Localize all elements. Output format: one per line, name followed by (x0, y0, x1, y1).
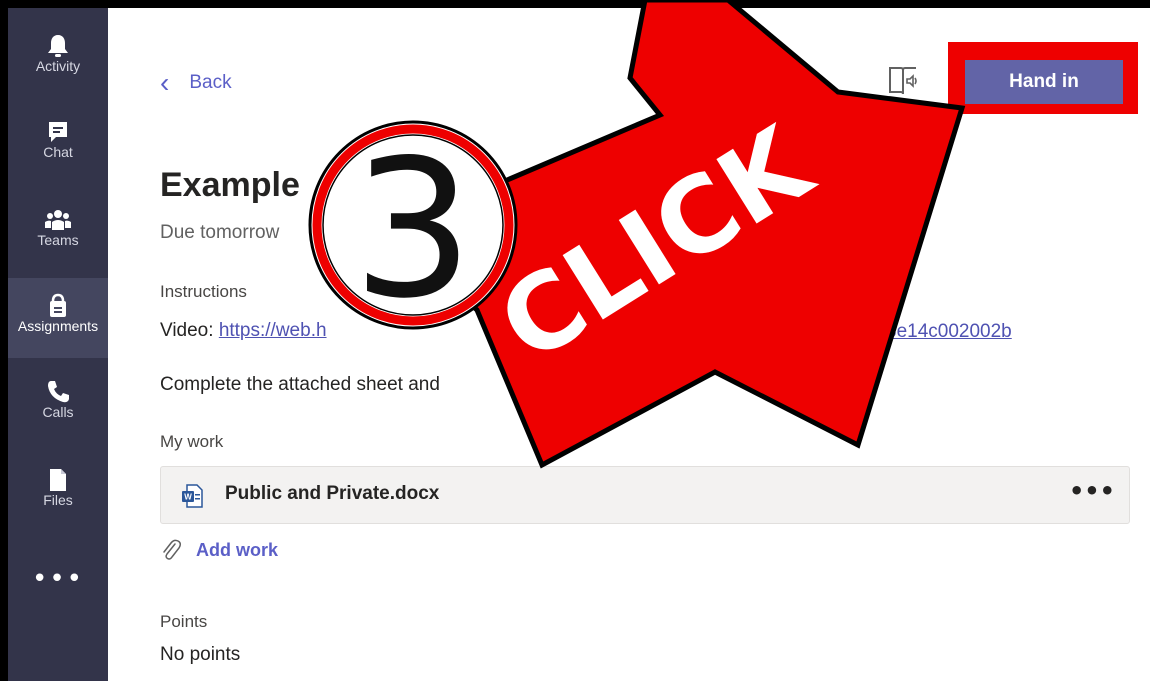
rail-label: Activity (35, 58, 81, 74)
points-value: No points (160, 644, 241, 665)
add-work-button[interactable]: Add work (160, 538, 278, 562)
file-name: Public and Private.docx (225, 483, 440, 504)
video-link[interactable]: https://web.h (219, 320, 327, 341)
rail-item-files[interactable]: Files (8, 452, 108, 532)
phone-icon (48, 381, 69, 403)
teams-icon (45, 210, 71, 230)
due-date: Due tomorrow (160, 222, 280, 243)
files-icon (50, 469, 66, 491)
rail-label: Assignments (17, 318, 99, 334)
more-apps-button[interactable]: ••• (8, 564, 108, 604)
app-rail: Activity Chat Teams Assignments Calls Fi… (8, 8, 108, 681)
file-more-options-button[interactable]: ••• (1069, 477, 1115, 505)
rail-label: Files (43, 492, 73, 508)
instructions-video-line: Video: https://web.h (160, 320, 327, 342)
attached-file-card[interactable]: W Public and Private.docx ••• (160, 466, 1130, 524)
assignment-title: Example (160, 166, 300, 204)
instructions-note: Complete the attached sheet and (160, 374, 440, 395)
bell-icon (48, 35, 68, 57)
rail-label: Chat (43, 144, 73, 160)
add-work-label: Add work (196, 539, 279, 560)
rail-label: Teams (37, 232, 79, 248)
rail-item-calls[interactable]: Calls (8, 364, 108, 444)
hand-in-button[interactable]: Hand in (965, 60, 1123, 104)
immersive-reader-icon[interactable] (886, 64, 920, 98)
word-doc-icon: W (182, 484, 203, 508)
rail-item-chat[interactable]: Chat (8, 104, 108, 184)
chevron-left-icon: ‹ (160, 67, 170, 98)
instructions-label: Instructions (160, 282, 247, 301)
svg-text:W: W (184, 493, 192, 502)
rail-item-assignments[interactable]: Assignments (8, 278, 108, 358)
teams-window: Activity Chat Teams Assignments Calls Fi… (8, 8, 1150, 681)
chat-icon (49, 122, 67, 142)
paperclip-icon (163, 539, 182, 560)
rail-item-teams[interactable]: Teams (8, 192, 108, 272)
my-work-label: My work (160, 432, 224, 451)
video-prefix: Video: (160, 320, 219, 341)
assignment-view: ‹ Back Hand in Example Due tomorrow Inst… (108, 8, 1150, 681)
video-link-end[interactable]: 3e14c002002b (886, 321, 1012, 343)
rail-label: Calls (42, 404, 74, 420)
rail-item-activity[interactable]: Activity (8, 18, 108, 98)
points-label: Points (160, 612, 208, 631)
back-button[interactable]: ‹ Back (160, 68, 232, 98)
assignments-icon (50, 293, 66, 317)
back-label: Back (189, 72, 232, 93)
